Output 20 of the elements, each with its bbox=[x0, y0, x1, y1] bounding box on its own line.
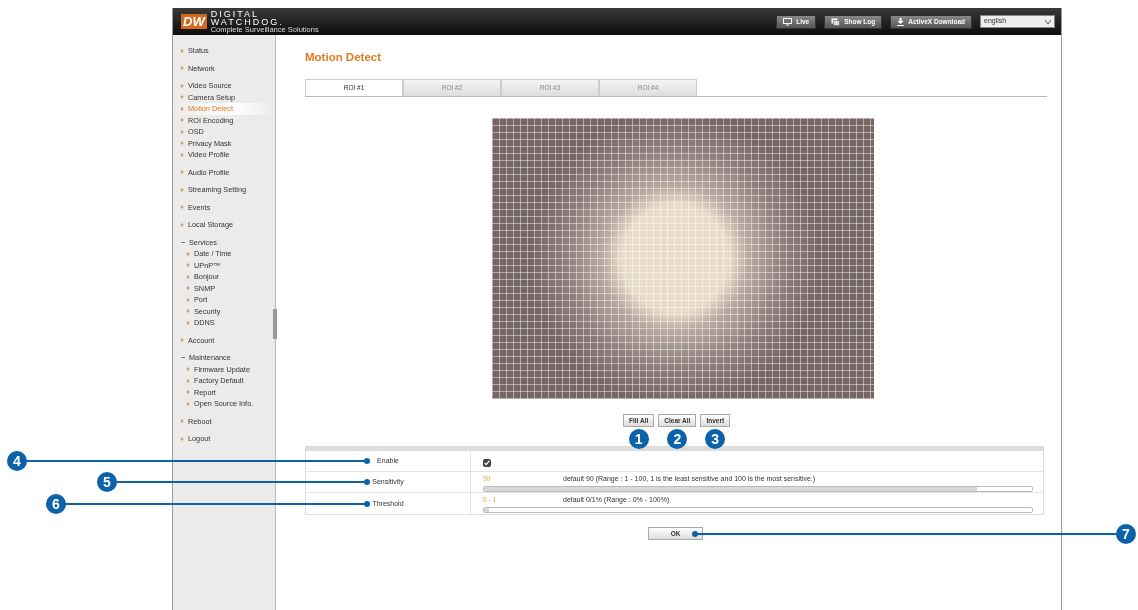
slider-track[interactable] bbox=[483, 506, 1033, 513]
page-title: Motion Detect bbox=[305, 50, 383, 65]
callout-marker: 4 bbox=[7, 451, 27, 472]
callout-marker: 7 bbox=[1116, 523, 1136, 544]
camera-view-placeholder[interactable] bbox=[492, 118, 874, 400]
scrollbar-handle[interactable] bbox=[273, 309, 277, 339]
callout-marker: 3 bbox=[705, 429, 726, 450]
enable-checkbox[interactable] bbox=[483, 459, 491, 468]
download-icon bbox=[897, 17, 905, 26]
logo-name: DIGITAL bbox=[210, 9, 260, 18]
callout-marker: 1 bbox=[628, 429, 649, 450]
slider-track[interactable] bbox=[483, 485, 1033, 492]
callout-marker: 2 bbox=[667, 429, 688, 450]
callout-marker: 6 bbox=[46, 493, 66, 514]
window-icon bbox=[831, 17, 841, 26]
monitor-icon bbox=[783, 17, 793, 26]
logo-name: WATCHDOG. bbox=[210, 17, 285, 26]
logo-mark: DW bbox=[181, 14, 207, 29]
callout-marker: 5 bbox=[97, 472, 117, 493]
dropdown-caret-icon bbox=[1045, 19, 1051, 24]
